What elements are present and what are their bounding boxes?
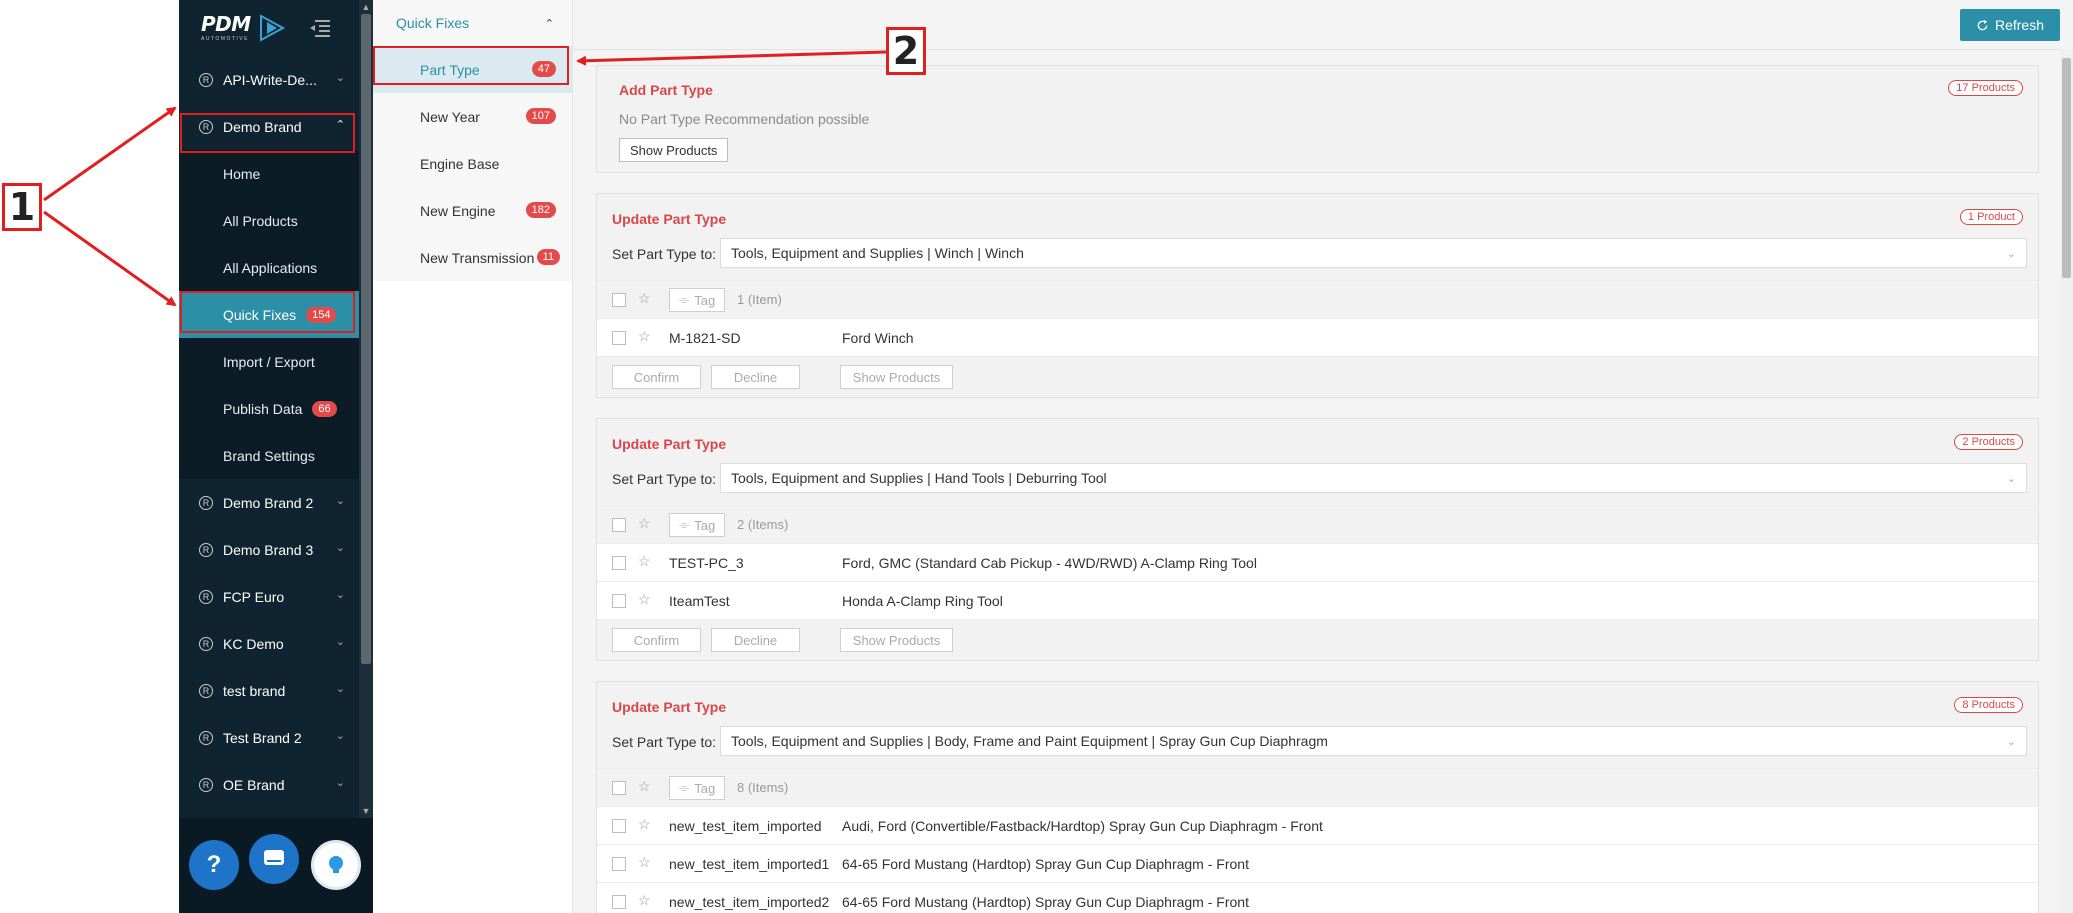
annotation-arrows xyxy=(43,50,887,307)
arrow-to-quick-fixes xyxy=(43,210,177,307)
arrow-to-part-type xyxy=(576,50,887,66)
arrow-to-demo-brand xyxy=(43,106,177,202)
screen: PDM AUTOMOTIVE R API-Write-De... ⌄ R Dem… xyxy=(0,0,2073,913)
